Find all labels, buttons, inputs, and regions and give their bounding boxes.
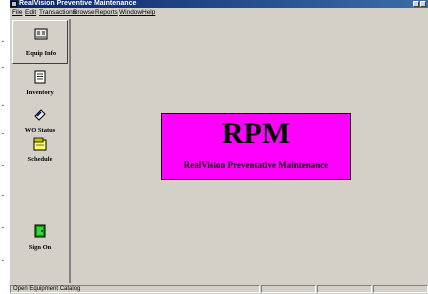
nav-label: WO Status	[24, 127, 56, 134]
splash-title: RPM	[221, 117, 291, 150]
app-window: RealVision Preventive Maintenance File E…	[10, 0, 428, 294]
edge-glyph: ·	[1, 160, 5, 172]
close-button[interactable]	[420, 1, 426, 7]
menu-bar: File Edit Transactions Browse Reports Wi…	[10, 9, 428, 17]
status-pane	[317, 285, 372, 293]
nav-equip-info[interactable]: Equip Info	[12, 20, 68, 64]
status-text: Open Equipment Catalog	[13, 286, 81, 292]
splash-subtitle: RealVision Preventative Maintenance	[183, 160, 329, 170]
status-pane	[261, 285, 316, 293]
splash-banner: RPM RealVision Preventative Maintenance	[161, 113, 351, 180]
nav-panel: Equip Info Inventory WO Status Schedule …	[11, 19, 71, 283]
menu-window[interactable]: Window	[119, 8, 142, 17]
title-bar[interactable]: RealVision Preventive Maintenance	[10, 0, 428, 8]
edge-glyph: ·	[1, 190, 5, 202]
edge-glyph: ·	[1, 128, 5, 140]
nav-sign-on[interactable]: Sign On	[12, 221, 68, 265]
app-icon[interactable]	[11, 1, 17, 7]
edge-glyph: ·	[1, 100, 5, 112]
nav-schedule[interactable]: Schedule	[12, 135, 68, 179]
wrench-icon	[33, 108, 47, 122]
nav-label: Sign On	[28, 244, 52, 251]
status-message-pane: Open Equipment Catalog	[10, 285, 260, 293]
window-title: RealVision Preventive Maintenance	[19, 0, 137, 7]
edge-glyph: ·	[1, 62, 5, 74]
edge-glyph: ·	[1, 222, 5, 234]
menu-edit[interactable]: Edit	[25, 8, 36, 17]
nav-label: Inventory	[26, 89, 54, 96]
menu-transactions[interactable]: Transactions	[39, 8, 76, 17]
calendar-icon	[33, 137, 47, 151]
mdi-client-area[interactable]: RPM RealVision Preventative Maintenance	[74, 19, 428, 283]
edge-glyph: ·	[1, 255, 5, 267]
menu-help[interactable]: Help	[142, 8, 155, 17]
nav-label: Equip Info	[25, 50, 57, 57]
status-pane	[373, 285, 428, 293]
equipment-icon	[34, 27, 48, 41]
minimize-button[interactable]	[413, 1, 419, 7]
status-bar: Open Equipment Catalog	[10, 284, 428, 294]
door-icon	[33, 224, 47, 238]
menu-reports[interactable]: Reports	[95, 8, 118, 17]
menu-browse[interactable]: Browse	[73, 8, 95, 17]
inventory-list-icon	[33, 70, 47, 84]
nav-label: Schedule	[27, 156, 53, 163]
menu-file[interactable]: File	[12, 8, 22, 17]
page-edge-strip: · · · · · · · ·	[0, 0, 10, 294]
edge-glyph: ·	[1, 36, 5, 48]
